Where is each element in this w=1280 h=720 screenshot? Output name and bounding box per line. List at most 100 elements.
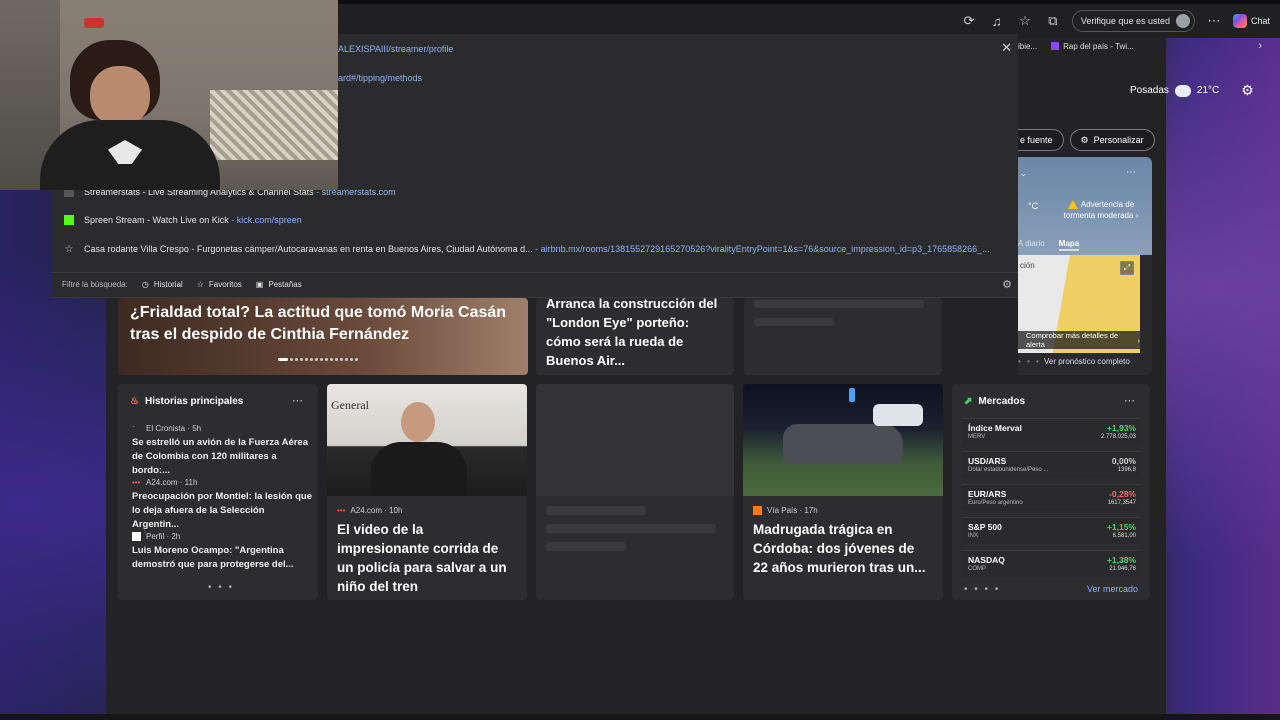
card-title: El video de la impresionante corrida de … [337, 522, 507, 594]
forecast-link[interactable]: Ver pronóstico completo [1044, 357, 1130, 366]
top-stories-heading: ♨ Historias principales [130, 396, 243, 407]
weather-header[interactable]: Posadas 21°C ⚙ [1130, 80, 1254, 99]
hero-news-card[interactable]: ¿Frialdad total? La actitud que tomó Mor… [118, 298, 528, 375]
market-row[interactable]: USD/ARS Dólar estadounidense/Peso ... 0,00… [962, 451, 1140, 478]
collections-icon[interactable]: ⧉ [1044, 12, 1062, 30]
search-filter-bar: Filtre la búsqueda: ◷ Historial ☆ Favorito… [52, 272, 1018, 296]
weather-map[interactable]: ción ⤢ Comprobar más detalles de alerta … [1018, 255, 1140, 353]
police-news-card[interactable]: General ••• A24.com · 10h El video de la … [327, 384, 527, 600]
market-row[interactable]: EUR/ARS Euro/Peso argentino -0,28% 1617,354… [962, 484, 1140, 511]
settings-gear-icon[interactable]: ⚙ [1002, 278, 1012, 291]
market-subtitle: INX [968, 533, 979, 539]
read-aloud-icon[interactable]: ♫ [988, 12, 1006, 30]
heading-text: Mercados [978, 396, 1026, 407]
skeleton-line [754, 300, 924, 308]
warning-icon [1067, 200, 1078, 210]
source-icon: ••• [337, 506, 346, 515]
source-button[interactable]: e fuente [1018, 129, 1064, 151]
storm-alert[interactable]: Advertencia de tormenta moderada › [1058, 199, 1144, 221]
tab-map[interactable]: Mapa [1058, 239, 1080, 251]
refresh-icon[interactable]: ⟳ [960, 12, 978, 30]
bookmark-item-twitch[interactable]: Rap del país - Twi... [1051, 42, 1134, 51]
verify-label: Verifique que es usted [1080, 16, 1170, 26]
filter-history[interactable]: ◷ Historial [142, 280, 183, 289]
suggestion-url: ard#/tipping/methods [338, 73, 423, 83]
suggestion-row[interactable]: ard#/tipping/methods [338, 67, 422, 89]
toolbar-actions: ⟳ ♫ ☆ ⧉ Verifique que es usted ⋯ Chat [960, 10, 1270, 32]
story-title: Se estrelló un avión de la Fuerza Aérea … [132, 437, 308, 476]
personalize-label: Personalizar [1093, 135, 1144, 145]
list-item[interactable]: ••• A24.com · 11h Preocupación por Montie… [132, 478, 312, 532]
loading-card [744, 298, 942, 375]
market-change: +1,93% [1106, 423, 1136, 433]
market-subtitle: Dólar estadounidense/Peso ... [968, 467, 1049, 473]
profile-verify-button[interactable]: Verifique que es usted [1071, 10, 1195, 32]
police-car [873, 404, 923, 426]
suggestion-row[interactable]: Spreen Stream - Watch Live on Kick - kic… [64, 209, 302, 231]
weather-city: Posadas [1130, 85, 1169, 96]
story-source: Perfil · 2h [132, 532, 312, 541]
story-source: ᐨ El Cronista · 5h [132, 424, 202, 433]
close-icon[interactable]: ✕ [1001, 40, 1012, 56]
suggestion-row[interactable]: ALEXISPAIII/streamer/profile [338, 38, 453, 60]
more-options-icon[interactable]: ⋯ [1126, 167, 1136, 178]
bookmark-item[interactable]: ibie... [1018, 42, 1037, 51]
settings-gear-icon[interactable]: ⚙ [1241, 82, 1254, 99]
list-item[interactable]: Perfil · 2h Luis Moreno Ocampo: "Argenti… [132, 532, 312, 572]
tabs-icon: ▣ [255, 280, 264, 289]
personalize-button[interactable]: ⚙ Personalizar [1069, 129, 1155, 151]
more-menu-icon[interactable]: ⋯ [1205, 12, 1223, 30]
london-eye-news-card[interactable]: Arranca la construcción del "London Eye"… [536, 298, 734, 375]
weather-card[interactable]: ⌄ ⋯ °C Advertencia de tormenta moderada … [1018, 157, 1152, 375]
partly-cloudy-icon [1170, 80, 1191, 97]
market-row[interactable]: Índice Merval MERV +1,93% 2.778.025,03 [962, 418, 1140, 445]
market-price: 1617,3547 [1107, 500, 1136, 506]
market-row[interactable]: NASDAQ COMP +1,38% 21.946,76 [962, 550, 1140, 577]
chevron-down-icon[interactable]: ⌄ [1020, 169, 1027, 178]
more-options-icon[interactable]: ⋯ [1124, 394, 1136, 407]
market-price: 1396,8 [1117, 467, 1136, 473]
avatar [1175, 14, 1190, 28]
carousel-dots[interactable] [278, 358, 358, 361]
list-item[interactable]: ᐨ El Cronista · 5h Se estrelló un avión d… [132, 424, 312, 478]
alert-details-link[interactable]: Comprobar más detalles de alerta › [1018, 331, 1140, 349]
crash-news-card[interactable]: Vía País · 17h Madrugada trágica en Córd… [743, 384, 943, 600]
weather-footer: • • • Ver pronóstico completo [1018, 357, 1152, 366]
webcam-overlay [0, 0, 338, 190]
market-row[interactable]: S&P 500 INX +1,15% 6.581,00 [962, 517, 1140, 544]
story-source: ••• A24.com · 11h [132, 478, 198, 487]
pager-dots[interactable]: • • • • [964, 584, 1000, 595]
view-market-link[interactable]: Ver mercado [1087, 584, 1138, 594]
skeleton-line [546, 506, 646, 515]
favorites-star-icon[interactable]: ☆ [1016, 12, 1034, 30]
story-title: Preocupación por Montiel: la lesión que … [132, 491, 312, 530]
pager-dots: • • • [1018, 357, 1041, 366]
suggestion-url-sep: - [532, 244, 541, 254]
suggestion-url: kick.com/spreen [236, 215, 302, 225]
market-subtitle: COMP [968, 566, 986, 572]
flame-icon: ♨ [130, 396, 139, 407]
chevron-right-icon: › [1133, 211, 1139, 220]
copilot-chat-button[interactable]: Chat [1232, 14, 1270, 28]
filter-tabs[interactable]: ▣ Pestañas [256, 280, 302, 289]
market-name: EUR/ARS [968, 489, 1007, 499]
bookmarks-bar: ibie... Rap del país - Twi... › [1018, 38, 1280, 54]
card-title: Madrugada trágica en Córdoba: dos jóvene… [753, 522, 926, 575]
hero-title: ¿Frialdad total? La actitud que tomó Mor… [130, 304, 507, 343]
tab-daily[interactable]: A diario [1018, 239, 1045, 251]
expand-icon[interactable]: ⤢ [1120, 261, 1134, 275]
pager-dots[interactable]: • • • [208, 582, 234, 593]
suggestion-url-sep: - [228, 215, 237, 225]
chevron-right-icon[interactable]: › [1258, 40, 1262, 52]
market-subtitle: Euro/Peso argentino [968, 500, 1023, 506]
more-options-icon[interactable]: ⋯ [292, 394, 304, 407]
star-icon: ☆ [64, 243, 74, 255]
skeleton-line [754, 318, 834, 326]
skeleton-line [546, 524, 716, 533]
chevron-right-icon: › [1135, 335, 1140, 345]
filter-favorites[interactable]: ☆ Favoritos [197, 280, 242, 289]
story-title: Luis Moreno Ocampo: "Argentina demostró … [132, 545, 294, 570]
alert-link-text: Comprobar más detalles de alerta [1026, 331, 1119, 349]
markets-heading: ⬈ Mercados [964, 396, 1025, 407]
suggestion-row[interactable]: ☆ Casa rodante Villa Crespo - Furgonetas… [64, 238, 990, 260]
